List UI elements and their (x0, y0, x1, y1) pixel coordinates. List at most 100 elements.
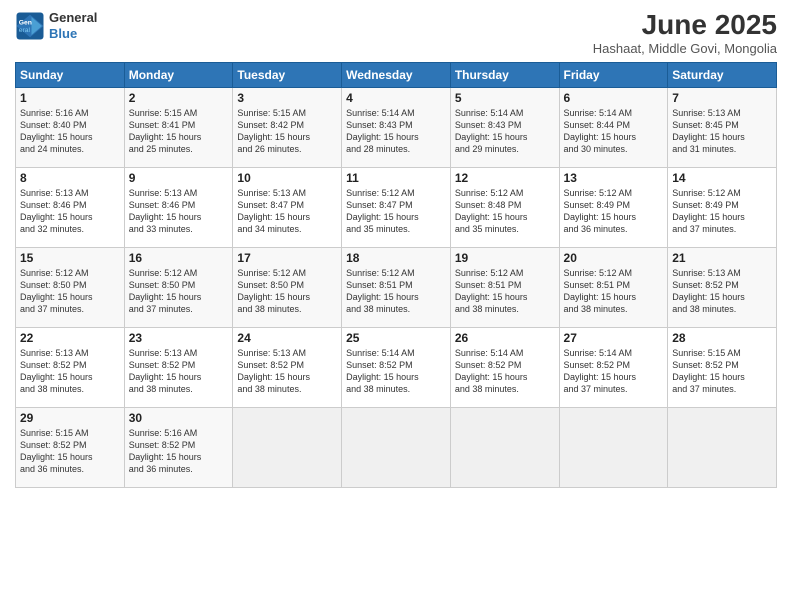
day-info: Sunrise: 5:12 AM Sunset: 8:50 PM Dayligh… (20, 267, 120, 316)
day-info: Sunrise: 5:12 AM Sunset: 8:47 PM Dayligh… (346, 187, 446, 236)
logo: Gen eral General Blue (15, 10, 97, 41)
day-info: Sunrise: 5:13 AM Sunset: 8:45 PM Dayligh… (672, 107, 772, 156)
day-number: 6 (564, 91, 664, 105)
calendar-week-5: 29 Sunrise: 5:15 AM Sunset: 8:52 PM Dayl… (16, 407, 777, 487)
day-number: 24 (237, 331, 337, 345)
day-info: Sunrise: 5:13 AM Sunset: 8:52 PM Dayligh… (129, 347, 229, 396)
day-info: Sunrise: 5:15 AM Sunset: 8:52 PM Dayligh… (672, 347, 772, 396)
calendar-week-3: 15 Sunrise: 5:12 AM Sunset: 8:50 PM Dayl… (16, 247, 777, 327)
title-section: June 2025 Hashaat, Middle Govi, Mongolia (593, 10, 777, 56)
table-row: 28 Sunrise: 5:15 AM Sunset: 8:52 PM Dayl… (668, 327, 777, 407)
table-row: 30 Sunrise: 5:16 AM Sunset: 8:52 PM Dayl… (124, 407, 233, 487)
day-number: 17 (237, 251, 337, 265)
day-info: Sunrise: 5:14 AM Sunset: 8:44 PM Dayligh… (564, 107, 664, 156)
table-row: 29 Sunrise: 5:15 AM Sunset: 8:52 PM Dayl… (16, 407, 125, 487)
col-monday: Monday (124, 62, 233, 87)
col-sunday: Sunday (16, 62, 125, 87)
day-info: Sunrise: 5:12 AM Sunset: 8:48 PM Dayligh… (455, 187, 555, 236)
table-row: 27 Sunrise: 5:14 AM Sunset: 8:52 PM Dayl… (559, 327, 668, 407)
calendar-header-row: Sunday Monday Tuesday Wednesday Thursday… (16, 62, 777, 87)
day-number: 30 (129, 411, 229, 425)
day-info: Sunrise: 5:12 AM Sunset: 8:49 PM Dayligh… (564, 187, 664, 236)
day-info: Sunrise: 5:13 AM Sunset: 8:52 PM Dayligh… (672, 267, 772, 316)
day-number: 23 (129, 331, 229, 345)
day-info: Sunrise: 5:12 AM Sunset: 8:51 PM Dayligh… (455, 267, 555, 316)
day-number: 12 (455, 171, 555, 185)
table-row (342, 407, 451, 487)
day-number: 28 (672, 331, 772, 345)
table-row: 25 Sunrise: 5:14 AM Sunset: 8:52 PM Dayl… (342, 327, 451, 407)
day-info: Sunrise: 5:12 AM Sunset: 8:50 PM Dayligh… (129, 267, 229, 316)
col-thursday: Thursday (450, 62, 559, 87)
calendar: Sunday Monday Tuesday Wednesday Thursday… (15, 62, 777, 488)
day-info: Sunrise: 5:13 AM Sunset: 8:46 PM Dayligh… (129, 187, 229, 236)
day-info: Sunrise: 5:12 AM Sunset: 8:51 PM Dayligh… (346, 267, 446, 316)
table-row: 19 Sunrise: 5:12 AM Sunset: 8:51 PM Dayl… (450, 247, 559, 327)
table-row: 10 Sunrise: 5:13 AM Sunset: 8:47 PM Dayl… (233, 167, 342, 247)
calendar-week-2: 8 Sunrise: 5:13 AM Sunset: 8:46 PM Dayli… (16, 167, 777, 247)
day-info: Sunrise: 5:13 AM Sunset: 8:52 PM Dayligh… (20, 347, 120, 396)
day-info: Sunrise: 5:14 AM Sunset: 8:43 PM Dayligh… (346, 107, 446, 156)
table-row (450, 407, 559, 487)
day-number: 10 (237, 171, 337, 185)
day-number: 27 (564, 331, 664, 345)
table-row: 23 Sunrise: 5:13 AM Sunset: 8:52 PM Dayl… (124, 327, 233, 407)
day-number: 18 (346, 251, 446, 265)
table-row: 18 Sunrise: 5:12 AM Sunset: 8:51 PM Dayl… (342, 247, 451, 327)
day-number: 9 (129, 171, 229, 185)
day-number: 5 (455, 91, 555, 105)
calendar-week-1: 1 Sunrise: 5:16 AM Sunset: 8:40 PM Dayli… (16, 87, 777, 167)
col-wednesday: Wednesday (342, 62, 451, 87)
day-number: 4 (346, 91, 446, 105)
day-info: Sunrise: 5:14 AM Sunset: 8:43 PM Dayligh… (455, 107, 555, 156)
day-number: 25 (346, 331, 446, 345)
day-number: 29 (20, 411, 120, 425)
table-row: 21 Sunrise: 5:13 AM Sunset: 8:52 PM Dayl… (668, 247, 777, 327)
table-row: 5 Sunrise: 5:14 AM Sunset: 8:43 PM Dayli… (450, 87, 559, 167)
table-row: 15 Sunrise: 5:12 AM Sunset: 8:50 PM Dayl… (16, 247, 125, 327)
header: Gen eral General Blue June 2025 Hashaat,… (15, 10, 777, 56)
page: Gen eral General Blue June 2025 Hashaat,… (0, 0, 792, 612)
day-info: Sunrise: 5:12 AM Sunset: 8:49 PM Dayligh… (672, 187, 772, 236)
calendar-week-4: 22 Sunrise: 5:13 AM Sunset: 8:52 PM Dayl… (16, 327, 777, 407)
col-friday: Friday (559, 62, 668, 87)
day-info: Sunrise: 5:13 AM Sunset: 8:47 PM Dayligh… (237, 187, 337, 236)
day-info: Sunrise: 5:16 AM Sunset: 8:52 PM Dayligh… (129, 427, 229, 476)
day-number: 26 (455, 331, 555, 345)
day-info: Sunrise: 5:15 AM Sunset: 8:42 PM Dayligh… (237, 107, 337, 156)
logo-line1: General (49, 10, 97, 26)
table-row: 16 Sunrise: 5:12 AM Sunset: 8:50 PM Dayl… (124, 247, 233, 327)
table-row: 12 Sunrise: 5:12 AM Sunset: 8:48 PM Dayl… (450, 167, 559, 247)
table-row: 4 Sunrise: 5:14 AM Sunset: 8:43 PM Dayli… (342, 87, 451, 167)
day-number: 11 (346, 171, 446, 185)
table-row (668, 407, 777, 487)
day-info: Sunrise: 5:12 AM Sunset: 8:51 PM Dayligh… (564, 267, 664, 316)
subtitle: Hashaat, Middle Govi, Mongolia (593, 41, 777, 56)
day-number: 19 (455, 251, 555, 265)
day-number: 14 (672, 171, 772, 185)
day-number: 21 (672, 251, 772, 265)
day-number: 7 (672, 91, 772, 105)
day-number: 8 (20, 171, 120, 185)
col-saturday: Saturday (668, 62, 777, 87)
logo-line2: Blue (49, 26, 97, 42)
table-row: 2 Sunrise: 5:15 AM Sunset: 8:41 PM Dayli… (124, 87, 233, 167)
day-info: Sunrise: 5:14 AM Sunset: 8:52 PM Dayligh… (346, 347, 446, 396)
day-info: Sunrise: 5:12 AM Sunset: 8:50 PM Dayligh… (237, 267, 337, 316)
month-title: June 2025 (593, 10, 777, 41)
day-info: Sunrise: 5:13 AM Sunset: 8:52 PM Dayligh… (237, 347, 337, 396)
day-number: 2 (129, 91, 229, 105)
day-number: 20 (564, 251, 664, 265)
table-row: 11 Sunrise: 5:12 AM Sunset: 8:47 PM Dayl… (342, 167, 451, 247)
table-row: 3 Sunrise: 5:15 AM Sunset: 8:42 PM Dayli… (233, 87, 342, 167)
day-info: Sunrise: 5:15 AM Sunset: 8:52 PM Dayligh… (20, 427, 120, 476)
table-row: 6 Sunrise: 5:14 AM Sunset: 8:44 PM Dayli… (559, 87, 668, 167)
day-info: Sunrise: 5:16 AM Sunset: 8:40 PM Dayligh… (20, 107, 120, 156)
day-number: 1 (20, 91, 120, 105)
table-row: 13 Sunrise: 5:12 AM Sunset: 8:49 PM Dayl… (559, 167, 668, 247)
table-row: 22 Sunrise: 5:13 AM Sunset: 8:52 PM Dayl… (16, 327, 125, 407)
table-row: 26 Sunrise: 5:14 AM Sunset: 8:52 PM Dayl… (450, 327, 559, 407)
table-row: 7 Sunrise: 5:13 AM Sunset: 8:45 PM Dayli… (668, 87, 777, 167)
day-info: Sunrise: 5:15 AM Sunset: 8:41 PM Dayligh… (129, 107, 229, 156)
day-info: Sunrise: 5:14 AM Sunset: 8:52 PM Dayligh… (455, 347, 555, 396)
